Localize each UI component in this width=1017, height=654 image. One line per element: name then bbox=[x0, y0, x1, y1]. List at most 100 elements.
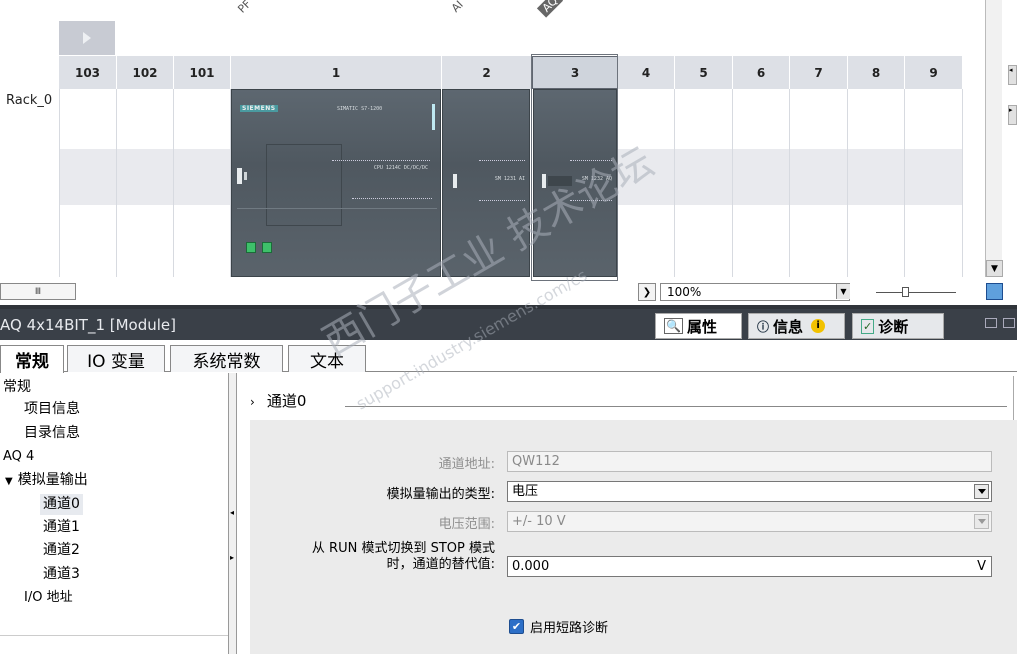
slot-cell-4[interactable] bbox=[618, 89, 675, 277]
cpu-model: SIMATIC S7-1200 bbox=[337, 106, 383, 112]
section-header[interactable]: › 通道0 bbox=[250, 390, 306, 411]
slot-band bbox=[675, 149, 732, 205]
section-divider bbox=[345, 406, 1007, 407]
maximize-icon[interactable] bbox=[1003, 318, 1015, 328]
properties-icon: 🔍 bbox=[664, 318, 683, 334]
section-title: 通道0 bbox=[266, 392, 307, 410]
expand-rack-button[interactable] bbox=[59, 21, 115, 55]
info-icon: ⓘ bbox=[757, 319, 770, 334]
tree-item-project-info[interactable]: 项目信息 bbox=[24, 399, 80, 420]
output-type-select[interactable]: 电压 bbox=[507, 481, 992, 502]
inspector-header: AQ 4x14BIT_1 [Module] 🔍 属性 ⓘ 信息 i ✓ 诊断 bbox=[0, 309, 1017, 340]
checkmark-icon: ✔ bbox=[511, 620, 522, 633]
zoom-slider-thumb[interactable] bbox=[902, 287, 909, 297]
collapse-left-icon[interactable]: ◂ bbox=[230, 508, 234, 517]
output-type-label: 模拟量输出的类型: bbox=[386, 487, 495, 502]
slot-header-2: 2 bbox=[442, 56, 532, 89]
tab-properties-label: 属性 bbox=[686, 317, 717, 336]
slot-cell-5[interactable] bbox=[675, 89, 733, 277]
slot-band bbox=[117, 149, 173, 205]
rack-label: Rack_0 bbox=[6, 93, 53, 108]
cpu-cover bbox=[266, 144, 342, 226]
cpu-brand: SIEMENS bbox=[240, 105, 278, 112]
slot-header-101: 101 bbox=[174, 56, 231, 89]
tab-io-tags[interactable]: IO 变量 bbox=[67, 345, 165, 372]
profinet-port-2 bbox=[262, 242, 272, 253]
collapse-right-icon[interactable]: ▸ bbox=[230, 553, 234, 562]
device-vscrollbar[interactable]: ▼ bbox=[985, 0, 1003, 277]
section-chevron-icon[interactable]: › bbox=[250, 395, 255, 409]
cpu-io-dots-2 bbox=[352, 198, 432, 200]
dropdown-arrow-icon bbox=[974, 514, 989, 529]
slot-cell-7[interactable] bbox=[790, 89, 848, 277]
tree-item-channel1[interactable]: 通道1 bbox=[43, 517, 80, 538]
ai-module[interactable]: SM 1231 AI bbox=[442, 89, 530, 277]
scroll-down-icon[interactable]: ▼ bbox=[986, 260, 1003, 277]
slot-header-1: 1 bbox=[231, 56, 442, 89]
profinet-port-1 bbox=[246, 242, 256, 253]
tree-item-catalog-info[interactable]: 目录信息 bbox=[24, 423, 80, 444]
slot-header-102: 102 bbox=[117, 56, 174, 89]
selection-frame bbox=[531, 54, 618, 281]
slot-cell-101[interactable] bbox=[174, 89, 231, 277]
substitute-value-label-line1: 从 RUN 模式切换到 STOP 模式 bbox=[311, 541, 495, 556]
float-window-icon[interactable] bbox=[985, 318, 997, 328]
slot-cell-103[interactable] bbox=[59, 89, 117, 277]
overview-icon[interactable] bbox=[986, 283, 1003, 300]
zoom-slider[interactable] bbox=[870, 285, 960, 299]
slot-cell-102[interactable] bbox=[117, 89, 174, 277]
zoom-value: 100% bbox=[667, 285, 702, 299]
device-hscrollbar[interactable]: Ⅲ bbox=[0, 283, 76, 300]
tab-texts[interactable]: 文本 bbox=[288, 345, 366, 372]
channel-address-field: QW112 bbox=[507, 451, 992, 472]
slot-header-9: 9 bbox=[905, 56, 963, 89]
output-type-value: 电压 bbox=[512, 484, 539, 499]
cpu-module[interactable]: SIEMENS SIMATIC S7-1200 CPU 1214C DC/DC/… bbox=[231, 89, 441, 277]
channel-address-label: 通道地址: bbox=[438, 457, 495, 472]
navigate-right-button[interactable]: ❯ bbox=[638, 283, 656, 301]
zoom-dropdown-icon[interactable]: ▼ bbox=[836, 284, 850, 299]
tree-item-aq4[interactable]: AQ 4 bbox=[3, 446, 34, 467]
short-circuit-checkbox[interactable]: ✔ bbox=[509, 619, 524, 634]
voltage-range-value: +/- 10 V bbox=[512, 514, 566, 529]
tab-diagnostics-label: 诊断 bbox=[878, 317, 909, 336]
slot-cell-9[interactable] bbox=[905, 89, 963, 277]
substitute-value-input[interactable]: 0.000 V bbox=[507, 556, 992, 577]
tree-item-analog-output-label: 模拟量输出 bbox=[17, 472, 88, 488]
short-circuit-checkbox-row[interactable]: ✔ 启用短路诊断 bbox=[509, 617, 608, 636]
slot-header-6: 6 bbox=[733, 56, 790, 89]
rotated-label-aq: AQ bbox=[536, 0, 564, 18]
cpu-type: CPU 1214C DC/DC/DC bbox=[373, 165, 428, 171]
slot-cell-6[interactable] bbox=[733, 89, 790, 277]
tree-bottom-line bbox=[0, 635, 228, 636]
slot-cell-8[interactable] bbox=[848, 89, 905, 277]
tab-general[interactable]: 常规 bbox=[0, 345, 64, 373]
tree-item-general[interactable]: 常规 bbox=[3, 377, 31, 398]
tree-item-channel2[interactable]: 通道2 bbox=[43, 540, 80, 561]
ai-led bbox=[453, 174, 457, 188]
rotated-label-ai: AI bbox=[448, 0, 466, 15]
tree-item-channel3[interactable]: 通道3 bbox=[43, 564, 80, 585]
slot-band bbox=[790, 149, 847, 205]
slot-band bbox=[174, 149, 230, 205]
zoom-select[interactable]: 100% bbox=[660, 283, 850, 301]
slot-header-4: 4 bbox=[618, 56, 675, 89]
tab-properties[interactable]: 🔍 属性 bbox=[655, 313, 742, 339]
scroll-right-icon[interactable]: ▸ bbox=[1008, 105, 1017, 125]
cpu-led bbox=[237, 168, 242, 184]
scroll-left-icon[interactable]: ◂ bbox=[1008, 65, 1017, 85]
slot-band bbox=[60, 149, 116, 205]
content-vscroll[interactable] bbox=[1013, 376, 1017, 426]
rotated-label-pf: PF bbox=[235, 0, 254, 16]
tree-item-channel0[interactable]: 通道0 bbox=[40, 494, 83, 515]
dropdown-arrow-icon[interactable] bbox=[974, 484, 989, 499]
tree-item-io-address[interactable]: I/O 地址 bbox=[24, 587, 73, 608]
tab-info[interactable]: ⓘ 信息 i bbox=[748, 313, 845, 339]
tab-diagnostics[interactable]: ✓ 诊断 bbox=[852, 313, 944, 339]
tab-system-constants[interactable]: 系统常数 bbox=[170, 345, 283, 372]
expand-arrow-icon[interactable]: ▼ bbox=[5, 476, 13, 487]
inspector-title: AQ 4x14BIT_1 [Module] bbox=[0, 316, 177, 334]
tree-splitter[interactable]: ◂ ▸ bbox=[228, 373, 237, 654]
tree-item-analog-output[interactable]: ▼ 模拟量输出 bbox=[5, 470, 88, 492]
info-badge-icon: i bbox=[811, 319, 826, 333]
